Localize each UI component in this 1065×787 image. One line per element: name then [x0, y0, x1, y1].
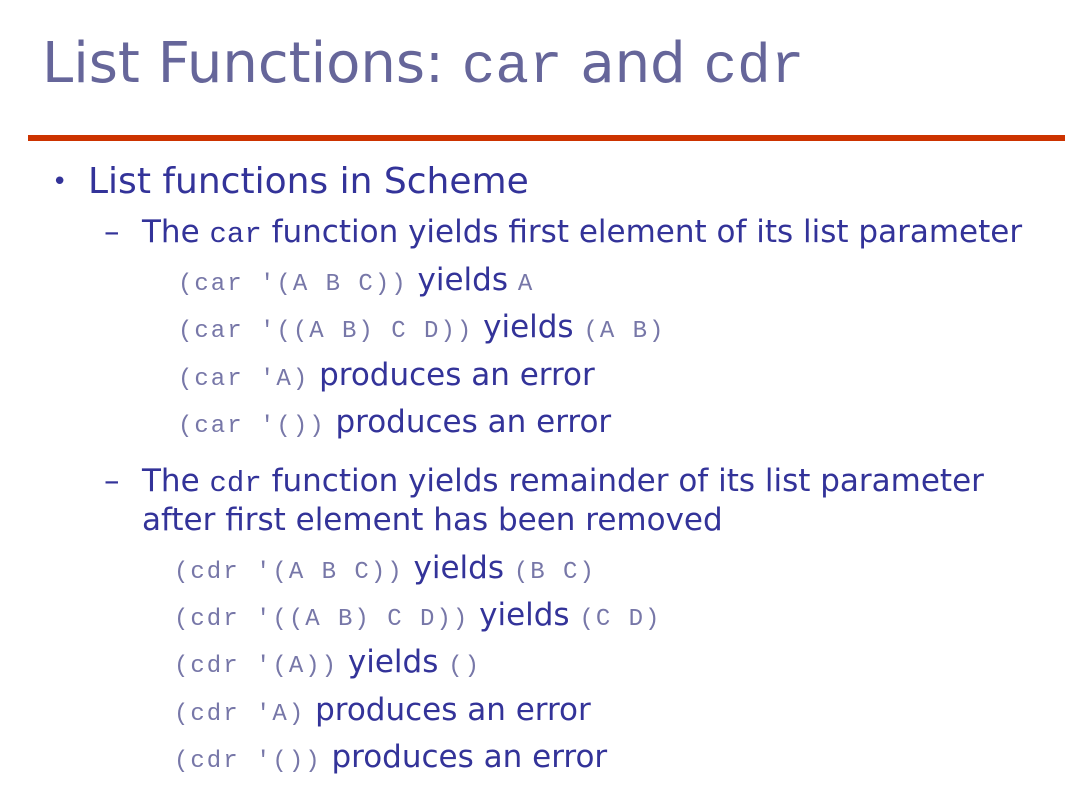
car-ex3-word: produces an error: [309, 357, 595, 393]
car-example-2: (car '((A B) C D)) yields (A B): [178, 307, 665, 352]
cdr-description: The cdr function yields remainder of its…: [142, 461, 984, 504]
bullet-marker: •: [52, 167, 68, 197]
main-bullet-text: List functions in Scheme: [88, 161, 529, 202]
cdr-ex5-word: produces an error: [321, 739, 608, 775]
car-example-3: (car 'A) produces an error: [178, 355, 595, 400]
cdr-ex2-word: yields: [469, 597, 580, 633]
car-ex4-word: produces an error: [325, 404, 612, 440]
cdr-example-2: (cdr '((A B) C D)) yields (C D): [174, 595, 661, 640]
cdr-ex5-code: (cdr '()): [174, 748, 322, 775]
cdr-example-3: (cdr '(A)) yields (): [174, 642, 481, 687]
car-desc-code: car: [209, 218, 262, 251]
cdr-ex1-code: (cdr '(A B C)): [174, 559, 404, 586]
title-code-cdr: cdr: [703, 35, 805, 99]
cdr-example-1: (cdr '(A B C)) yields (B C): [174, 548, 596, 593]
cdr-ex1-word: yields: [403, 550, 514, 586]
cdr-ex2-code: (cdr '((A B) C D)): [174, 606, 470, 633]
title-text-1: List Functions:: [42, 31, 462, 96]
car-example-4: (car '()) produces an error: [178, 402, 611, 447]
cdr-desc-pre: The: [142, 463, 210, 499]
cdr-ex1-result: (B C): [513, 559, 596, 586]
car-desc-pre: The: [142, 214, 210, 250]
car-description: The car function yields first element of…: [142, 212, 1022, 255]
car-dash-marker: –: [104, 214, 120, 250]
car-ex1-result: A: [517, 271, 535, 298]
cdr-ex3-code: (cdr '(A)): [174, 653, 339, 680]
slide-title: List Functions: car and cdr: [42, 28, 804, 103]
cdr-description-line2: after first element has been removed: [142, 502, 723, 538]
car-ex2-result: (A B): [583, 318, 666, 345]
cdr-example-5: (cdr '()) produces an error: [174, 737, 607, 782]
cdr-ex4-word: produces an error: [305, 692, 591, 728]
cdr-desc-code: cdr: [209, 467, 262, 500]
car-ex2-word: yields: [473, 309, 584, 345]
car-ex3-code: (car 'A): [178, 366, 310, 393]
car-desc-post: function yields first element of its lis…: [261, 214, 1023, 250]
car-ex4-code: (car '()): [178, 413, 326, 440]
cdr-ex3-result: (): [448, 653, 482, 680]
cdr-ex4-code: (cdr 'A): [174, 701, 306, 728]
cdr-desc-post: function yields remainder of its list pa…: [261, 463, 984, 499]
cdr-ex3-word: yields: [338, 644, 449, 680]
title-divider: [28, 135, 1065, 141]
cdr-ex2-result: (C D): [579, 606, 662, 633]
cdr-dash-marker: –: [104, 463, 120, 499]
car-example-1: (car '(A B C)) yields A: [178, 260, 534, 305]
cdr-example-4: (cdr 'A) produces an error: [174, 690, 591, 735]
title-code-car: car: [461, 35, 563, 99]
car-ex2-code: (car '((A B) C D)): [178, 318, 474, 345]
title-text-2: and: [562, 31, 704, 96]
car-ex1-code: (car '(A B C)): [178, 271, 408, 298]
car-ex1-word: yields: [407, 262, 518, 298]
